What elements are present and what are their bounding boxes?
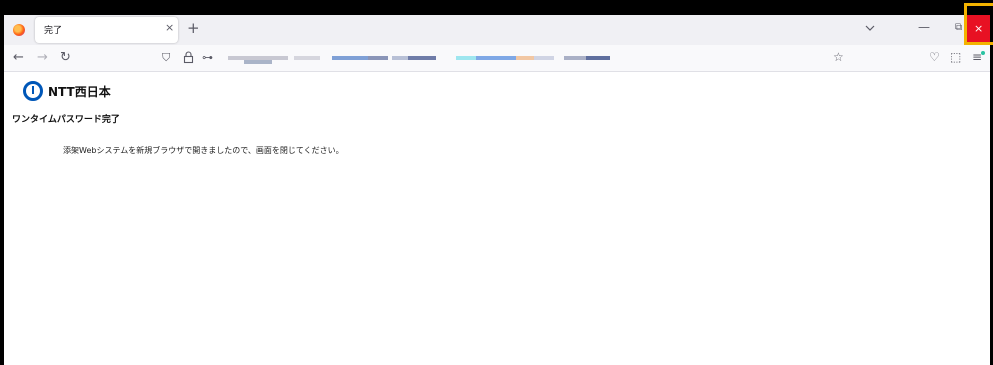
key-icon[interactable]: ⊶	[202, 51, 213, 64]
highlight-box	[964, 3, 993, 45]
back-icon[interactable]: ←	[13, 50, 24, 65]
navigation-bar: ← → ↻ ⛉ ⊶ ☆ ♡ ⬚ ≡	[4, 45, 990, 72]
lock-icon[interactable]	[183, 51, 194, 64]
tab-bar: 完了 × + — ⧉ ×	[4, 15, 990, 45]
firefox-icon	[13, 24, 25, 36]
reload-icon[interactable]: ↻	[60, 50, 71, 65]
completion-message: 添架Webシステムを新規ブラウザで開きましたので、画面を閉じてください。	[63, 146, 344, 155]
tab-title: 完了	[44, 26, 63, 36]
pocket-icon[interactable]: ♡	[929, 50, 940, 64]
page-title: ワンタイムパスワード完了	[12, 115, 120, 125]
page-content: NTT西日本 ワンタイムパスワード完了 添架Webシステムを新規ブラウザで開きま…	[4, 72, 990, 365]
tab-active[interactable]: 完了 ×	[35, 17, 178, 43]
tab-close-icon[interactable]: ×	[165, 21, 174, 34]
restore-icon[interactable]: ⧉	[955, 22, 962, 33]
logo-text: NTT西日本	[48, 85, 111, 99]
list-all-tabs-icon[interactable]	[865, 23, 875, 33]
forward-icon[interactable]: →	[37, 50, 48, 65]
update-badge	[981, 51, 985, 55]
extensions-icon[interactable]: ⬚	[950, 50, 961, 64]
new-tab-icon[interactable]: +	[187, 19, 200, 37]
shield-icon[interactable]: ⛉	[162, 51, 170, 65]
bookmark-star-icon[interactable]: ☆	[833, 50, 844, 64]
ntt-logo-icon	[23, 81, 43, 101]
url-bar[interactable]: ⛉ ⊶	[156, 48, 856, 68]
minimize-icon[interactable]: —	[918, 20, 930, 34]
